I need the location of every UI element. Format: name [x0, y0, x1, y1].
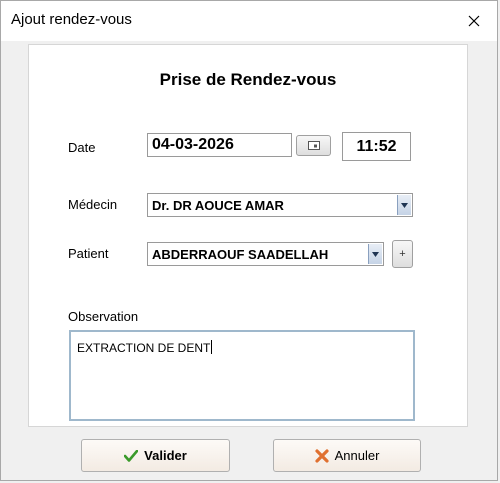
text-caret [211, 340, 213, 354]
title-bar: Ajout rendez-vous [1, 1, 497, 41]
form-heading: Prise de Rendez-vous [159, 70, 337, 89]
form-panel: Prise de Rendez-vous Date 04-03-2026 11:… [28, 44, 468, 427]
calendar-icon [307, 141, 320, 150]
observation-textarea[interactable]: EXTRACTION DE DENT [69, 330, 415, 421]
date-input[interactable]: 04-03-2026 [147, 133, 292, 157]
chevron-down-icon [372, 251, 379, 257]
checkmark-icon [124, 449, 139, 462]
cancel-button[interactable]: Annuler [273, 439, 421, 472]
time-input[interactable]: 11:52 [342, 132, 411, 161]
dialog-window: Ajout rendez-vous Prise de Rendez-vous D… [0, 0, 498, 481]
patient-value: ABDERRAOUF SAADELLAH [152, 246, 329, 262]
observation-text: EXTRACTION DE DENT [77, 341, 211, 355]
observation-label: Observation [68, 309, 139, 324]
close-icon [468, 15, 480, 27]
cancel-x-icon [314, 448, 329, 463]
medecin-dropdown-arrow[interactable] [397, 195, 411, 215]
patient-dropdown-arrow[interactable] [368, 244, 382, 264]
add-patient-button[interactable]: + [392, 240, 413, 268]
validate-label: Valider [144, 448, 187, 463]
medecin-value: Dr. DR AOUCE AMAR [152, 197, 284, 213]
patient-label: Patient [68, 246, 109, 261]
window-title: Ajout rendez-vous [11, 11, 132, 28]
validate-button[interactable]: Valider [81, 439, 230, 472]
date-label: Date [68, 140, 96, 155]
calendar-button[interactable] [296, 135, 331, 156]
medecin-select[interactable]: Dr. DR AOUCE AMAR [147, 193, 413, 217]
cancel-label: Annuler [334, 448, 380, 463]
close-button[interactable] [451, 1, 497, 41]
chevron-down-icon [401, 202, 408, 208]
patient-select[interactable]: ABDERRAOUF SAADELLAH [147, 242, 384, 266]
medecin-label: Médecin [68, 197, 118, 212]
